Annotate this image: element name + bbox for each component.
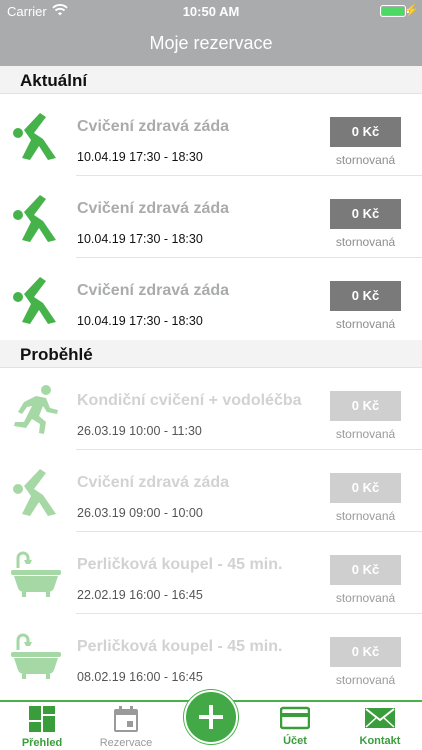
price-badge: 0 Kč xyxy=(330,199,401,229)
reservation-dates: 26.03.19 09:00 - 10:00 xyxy=(77,506,203,520)
running-person-icon xyxy=(14,385,58,434)
reservation-dates: 26.03.19 10:00 - 11:30 xyxy=(77,424,202,438)
tab-label: Rezervace xyxy=(99,737,153,749)
reservation-state: stornovaná xyxy=(335,673,396,687)
calendar-icon xyxy=(114,706,138,732)
bathtub-icon xyxy=(11,633,61,679)
reservation-title: Perličková koupel - 45 min. xyxy=(77,638,283,655)
reservation-dates: 08.02.19 16:00 - 16:45 xyxy=(77,670,203,684)
reservation-state: stornovaná xyxy=(335,153,396,167)
tab-contact[interactable]: Kontakt xyxy=(338,706,422,747)
section-header-current: Aktuální xyxy=(0,66,422,94)
reservation-state: stornovaná xyxy=(335,317,396,331)
status-bar: Carrier 10:50 AM ⚡ xyxy=(0,0,422,22)
tab-reservations[interactable]: Rezervace xyxy=(84,706,168,749)
reservation-title: Kondiční cvičení + vodoléčba xyxy=(77,392,302,409)
tab-overview[interactable]: Přehled xyxy=(0,706,84,749)
tab-label: Přehled xyxy=(21,737,63,749)
tab-label: Účet xyxy=(283,735,307,747)
section-title: Aktuální xyxy=(20,71,88,90)
reservation-row[interactable]: Cvičení zdravá záda 10.04.19 17:30 - 18:… xyxy=(0,258,422,340)
reservation-state: stornovaná xyxy=(335,427,396,441)
reservation-title: Cvičení zdravá záda xyxy=(77,282,230,299)
reservation-dates: 10.04.19 17:30 - 18:30 xyxy=(77,232,203,246)
top-bar: Carrier 10:50 AM ⚡ Moje rezervace xyxy=(0,0,422,66)
envelope-icon xyxy=(365,708,395,728)
reservation-dates: 22.02.19 16:00 - 16:45 xyxy=(77,588,203,602)
price-badge: 0 Kč xyxy=(330,117,401,147)
add-reservation-button[interactable] xyxy=(184,690,238,744)
plus-icon xyxy=(199,705,223,729)
reservation-row[interactable]: Cvičení zdravá záda 10.04.19 17:30 - 18:… xyxy=(0,176,422,258)
tab-label: Kontakt xyxy=(359,735,401,747)
reservation-row[interactable]: Cvičení zdravá záda 26.03.19 09:00 - 10:… xyxy=(0,450,422,532)
stretching-person-icon xyxy=(13,113,56,160)
price-badge: 0 Kč xyxy=(330,473,401,503)
reservation-title: Perličková koupel - 45 min. xyxy=(77,556,283,573)
price-badge: 0 Kč xyxy=(330,637,401,667)
stretching-person-icon xyxy=(13,469,56,516)
page-title: Moje rezervace xyxy=(149,33,273,53)
reservation-dates: 10.04.19 17:30 - 18:30 xyxy=(77,150,203,164)
price-badge: 0 Kč xyxy=(330,281,401,311)
bathtub-icon xyxy=(11,551,61,597)
tab-bar: Přehled Rezervace Účet Kontakt xyxy=(0,690,422,750)
reservation-title: Cvičení zdravá záda xyxy=(77,200,230,217)
reservation-row[interactable]: Perličková koupel - 45 min. 22.02.19 16:… xyxy=(0,532,422,614)
reservation-state: stornovaná xyxy=(335,509,396,523)
battery-icon xyxy=(380,5,406,17)
price-badge: 0 Kč xyxy=(330,391,401,421)
charging-icon: ⚡ xyxy=(404,3,419,17)
dashboard-icon xyxy=(29,706,55,732)
reservation-row[interactable]: Kondiční cvičení + vodoléčba 26.03.19 10… xyxy=(0,368,422,450)
reservation-state: stornovaná xyxy=(335,591,396,605)
stretching-person-icon xyxy=(13,277,56,324)
credit-card-icon xyxy=(280,706,310,730)
reservation-dates: 10.04.19 17:30 - 18:30 xyxy=(77,314,203,328)
tab-account[interactable]: Účet xyxy=(253,706,337,747)
section-header-past: Proběhlé xyxy=(0,340,422,368)
reservation-row[interactable]: Cvičení zdravá záda 10.04.19 17:30 - 18:… xyxy=(0,94,422,176)
status-time: 10:50 AM xyxy=(182,4,240,19)
section-title: Proběhlé xyxy=(20,345,93,364)
reservation-title: Cvičení zdravá záda xyxy=(77,474,230,491)
reservation-title: Cvičení zdravá záda xyxy=(77,118,230,135)
reservation-row[interactable]: Perličková koupel - 45 min. 08.02.19 16:… xyxy=(0,614,422,696)
price-badge: 0 Kč xyxy=(330,555,401,585)
reservation-state: stornovaná xyxy=(335,235,396,249)
stretching-person-icon xyxy=(13,195,56,242)
